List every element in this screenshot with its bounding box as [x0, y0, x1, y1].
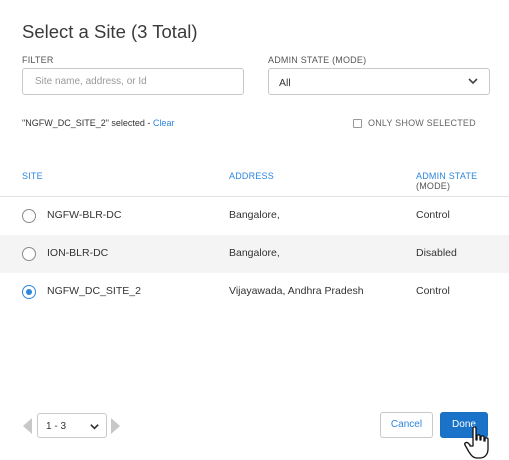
- site-admin-state: Control: [416, 209, 450, 221]
- triangle-left-icon[interactable]: [23, 418, 32, 434]
- clear-link[interactable]: Clear: [153, 118, 175, 128]
- admin-state-label: ADMIN STATE (MODE): [268, 55, 367, 65]
- column-header-admin-state-label: ADMIN STATE: [416, 171, 478, 181]
- page-range-select[interactable]: 1 - 3: [37, 413, 107, 438]
- only-show-selected-checkbox[interactable]: [353, 118, 362, 128]
- admin-state-select[interactable]: All: [268, 68, 490, 95]
- admin-state-value: All: [279, 77, 291, 89]
- site-radio[interactable]: [22, 247, 36, 261]
- site-name: ION-BLR-DC: [47, 247, 109, 259]
- column-header-admin-state: ADMIN STATE (MODE): [416, 171, 477, 191]
- only-show-selected-label: ONLY SHOW SELECTED: [368, 118, 476, 128]
- selection-summary: "NGFW_DC_SITE_2" selected - Clear: [22, 118, 174, 128]
- site-radio-selected[interactable]: [22, 285, 36, 299]
- done-button[interactable]: Done: [440, 412, 488, 438]
- dialog-title: Select a Site (3 Total): [22, 21, 198, 42]
- radio-dot: [26, 289, 32, 295]
- column-header-admin-state-sub: (MODE): [416, 181, 451, 191]
- chevron-down-icon: [468, 78, 478, 85]
- site-admin-state: Disabled: [416, 247, 457, 259]
- filter-label: FILTER: [22, 55, 54, 65]
- chevron-down-icon: [90, 424, 99, 430]
- triangle-right-icon[interactable]: [111, 418, 120, 434]
- site-admin-state: Control: [416, 285, 450, 297]
- table-row[interactable]: ION-BLR-DC Bangalore, Disabled: [0, 235, 509, 273]
- site-address: Bangalore,: [229, 209, 280, 221]
- site-address: Vijayawada, Andhra Pradesh: [229, 285, 364, 297]
- select-site-dialog: Select a Site (3 Total) FILTER ADMIN STA…: [0, 0, 509, 460]
- site-name: NGFW-BLR-DC: [47, 209, 122, 221]
- table-row[interactable]: NGFW_DC_SITE_2 Vijayawada, Andhra Prades…: [0, 273, 509, 311]
- site-address: Bangalore,: [229, 247, 280, 259]
- selection-text: "NGFW_DC_SITE_2" selected -: [22, 118, 153, 128]
- table-row[interactable]: NGFW-BLR-DC Bangalore, Control: [0, 197, 509, 235]
- column-header-address: ADDRESS: [229, 171, 274, 181]
- cancel-button[interactable]: Cancel: [380, 412, 433, 438]
- only-show-selected-toggle[interactable]: ONLY SHOW SELECTED: [353, 118, 476, 128]
- site-name: NGFW_DC_SITE_2: [47, 285, 141, 297]
- page-range-value: 1 - 3: [46, 421, 67, 432]
- filter-input[interactable]: [22, 68, 244, 95]
- site-radio[interactable]: [22, 209, 36, 223]
- column-header-site: SITE: [22, 171, 43, 181]
